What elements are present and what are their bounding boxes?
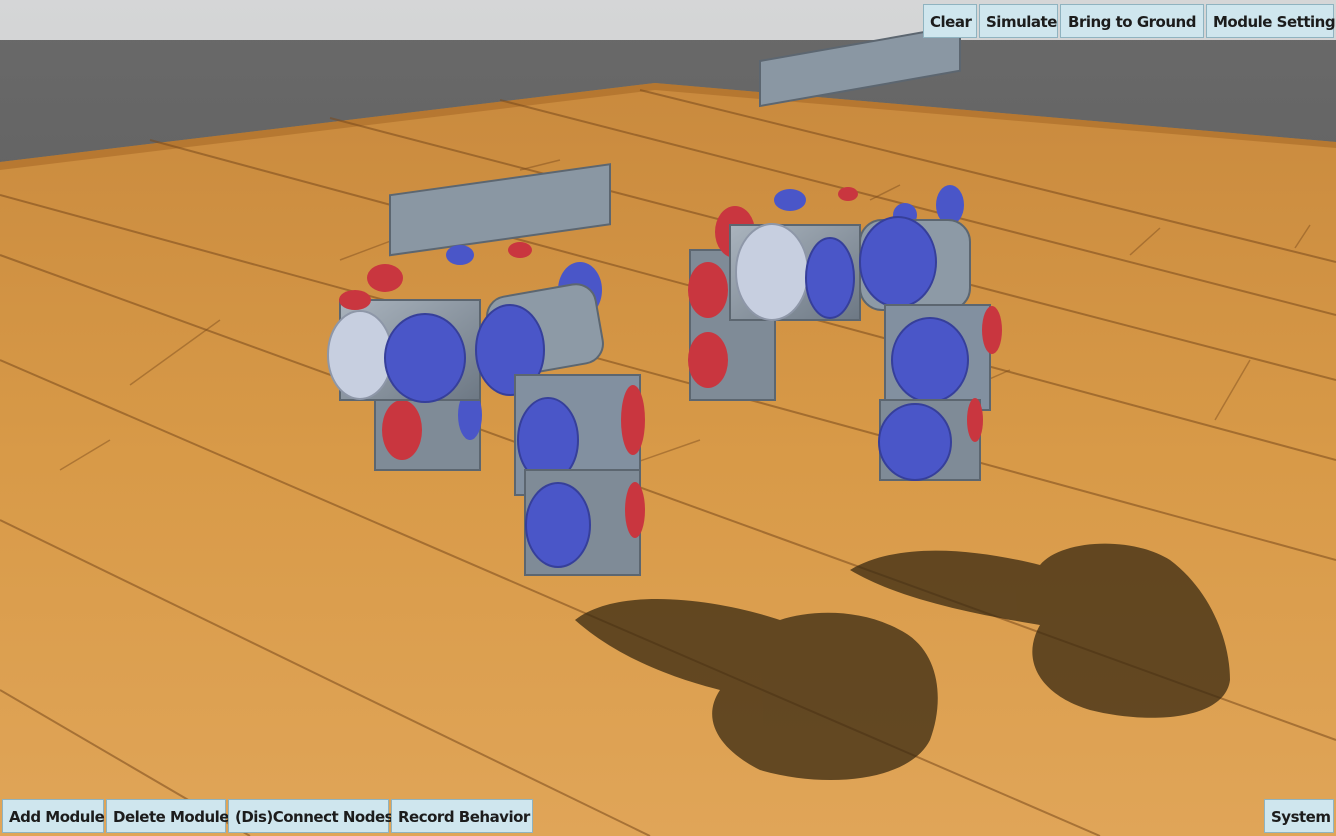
3d-viewport[interactable] — [0, 0, 1336, 836]
system-button[interactable]: System — [1264, 799, 1334, 833]
delete-module-button[interactable]: Delete Module — [106, 799, 229, 833]
bring-to-ground-button[interactable]: Bring to Ground — [1060, 4, 1204, 38]
simulate-button[interactable]: Simulate — [979, 4, 1058, 38]
wooden-floor — [0, 83, 1336, 836]
record-behavior-button[interactable]: Record Behavior — [391, 799, 533, 833]
add-module-button[interactable]: Add Module — [2, 799, 105, 833]
module-setting-button[interactable]: Module Setting — [1206, 4, 1336, 38]
dis-connect-nodes-button[interactable]: (Dis)Connect Nodes — [228, 799, 394, 833]
clear-button[interactable]: Clear — [923, 4, 977, 38]
